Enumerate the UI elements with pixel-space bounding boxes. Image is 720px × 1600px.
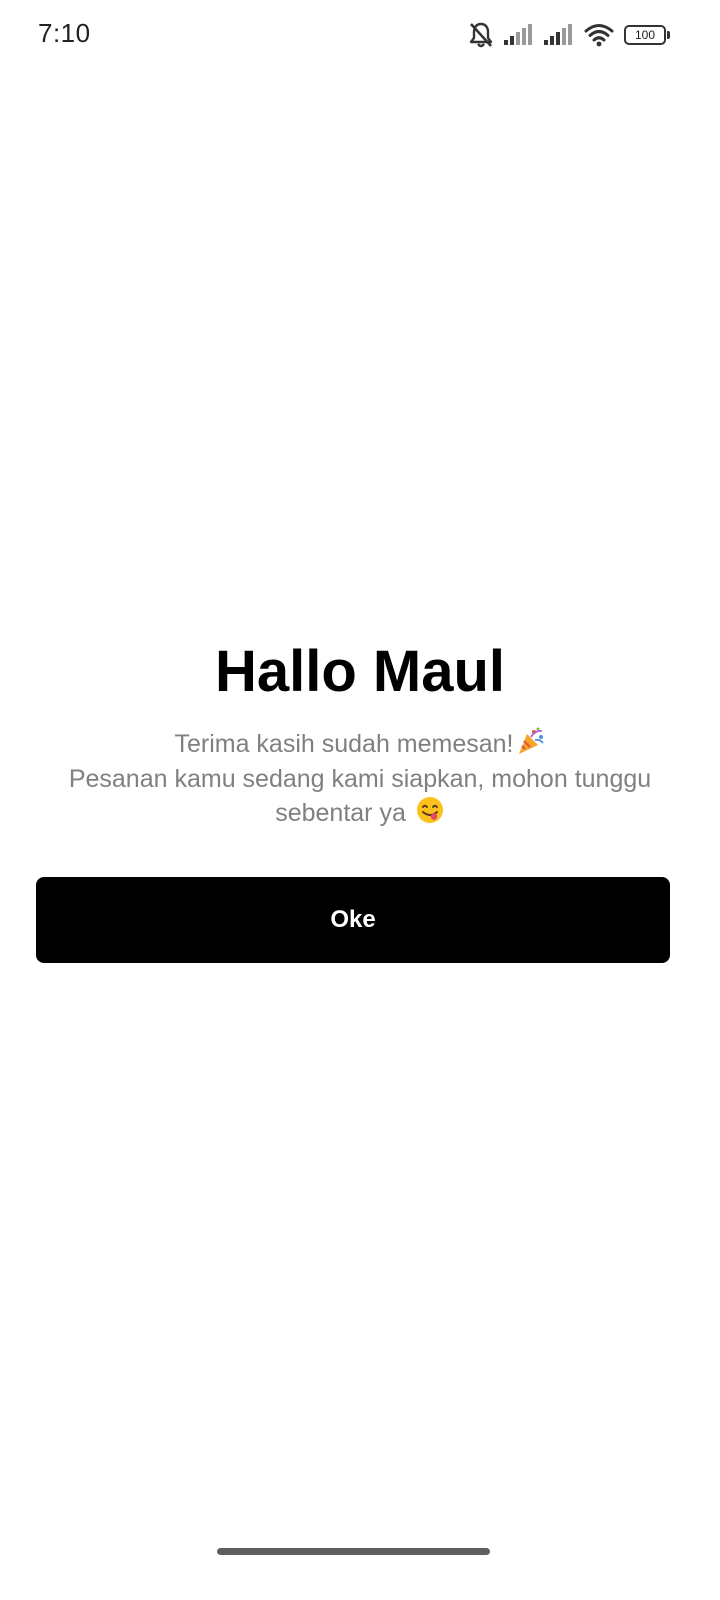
message-line-2: Pesanan kamu sedang kami siapkan, mohon … [68, 765, 652, 793]
message-line-3: sebentar ya [50, 795, 670, 833]
message-line-3-text: sebentar ya [275, 799, 406, 827]
screen: 7:10 100 Hallo Maul Terima kasih sudah m… [0, 0, 720, 1600]
home-indicator[interactable] [217, 1548, 490, 1555]
greeting-title: Hallo Maul [214, 639, 506, 704]
signal-icon [544, 24, 574, 46]
confirmation-content: Hallo Maul Terima kasih sudah memesan! P… [0, 632, 720, 833]
message-line-1-text: Terima kasih sudah memesan! [174, 730, 514, 758]
message-line-1: Terima kasih sudah memesan! [50, 726, 670, 764]
confirmation-message: Terima kasih sudah memesan! Pesanan kamu… [0, 726, 720, 833]
face-savoring-food-icon [415, 795, 445, 833]
bell-off-icon [468, 21, 494, 49]
status-icons: 100 [468, 20, 670, 50]
wifi-icon [584, 23, 614, 47]
ok-button[interactable]: Oke [36, 877, 670, 963]
battery-icon: 100 [624, 24, 670, 46]
status-bar: 7:10 100 [0, 0, 720, 70]
battery-cap [667, 31, 670, 39]
battery-level: 100 [624, 25, 666, 45]
party-popper-icon [516, 726, 546, 764]
status-time: 7:10 [38, 18, 91, 48]
signal-icon [504, 24, 534, 46]
